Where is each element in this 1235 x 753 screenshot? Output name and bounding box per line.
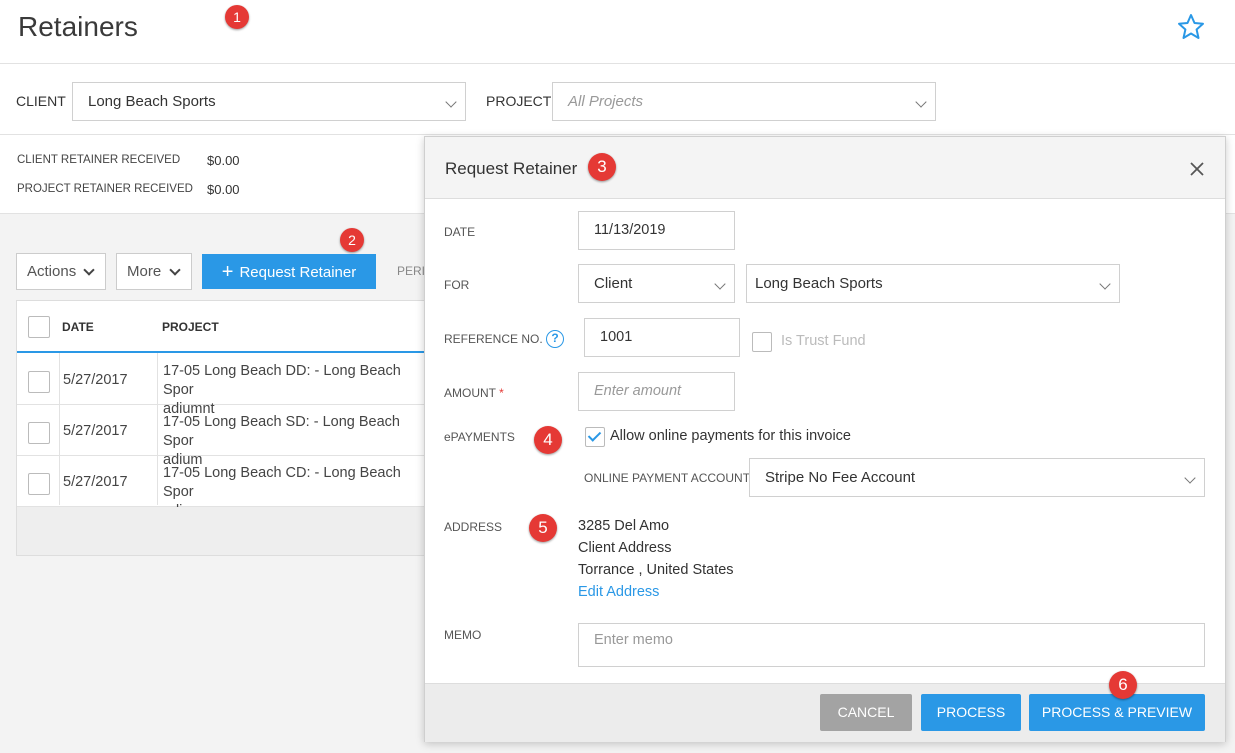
project-column-header[interactable]: PROJECT	[162, 320, 219, 334]
chevron-down-icon	[445, 96, 457, 108]
client-select-value: Long Beach Sports	[88, 93, 216, 110]
callout-badge-5: 5	[529, 514, 557, 542]
retainers-table: DATE PROJECT 5/27/2017 17-05 Long Beach …	[16, 300, 436, 556]
memo-label: MEMO	[444, 628, 482, 642]
close-icon[interactable]	[1189, 161, 1205, 177]
process-button[interactable]: PROCESS	[921, 694, 1021, 731]
online-account-value: Stripe No Fee Account	[765, 469, 916, 486]
chevron-down-icon	[1099, 278, 1111, 290]
row-date: 5/27/2017	[63, 423, 128, 439]
more-dropdown[interactable]: More	[116, 253, 192, 290]
project-label: PROJECT	[486, 93, 552, 109]
epayments-label: ePAYMENTS	[444, 430, 515, 444]
callout-badge-3: 3	[588, 153, 616, 181]
filter-bar: CLIENT Long Beach Sports PROJECT All Pro…	[0, 64, 1235, 135]
amount-label-text: AMOUNT	[444, 386, 496, 400]
memo-textarea[interactable]: Enter memo	[578, 623, 1205, 667]
address-label: ADDRESS	[444, 520, 503, 534]
plus-icon: +	[221, 261, 234, 283]
online-account-label: ONLINE PAYMENT ACCOUNT	[584, 471, 751, 485]
reference-label: REFERENCE NO.	[444, 332, 543, 346]
address-line-2: Client Address	[578, 540, 672, 556]
chevron-down-icon	[169, 264, 181, 276]
online-account-select[interactable]: Stripe No Fee Account	[749, 458, 1205, 497]
modal-title: Request Retainer	[445, 159, 578, 178]
date-column-header[interactable]: DATE	[62, 320, 94, 334]
process-preview-button[interactable]: PROCESS & PREVIEW	[1029, 694, 1205, 731]
row-checkbox[interactable]	[28, 422, 50, 444]
trust-fund-label: Is Trust Fund	[781, 333, 866, 349]
chevron-down-icon	[1184, 472, 1196, 484]
table-row[interactable]: 5/27/2017 17-05 Long Beach CD: - Long Be…	[17, 456, 435, 519]
client-retainer-value: $0.00	[207, 153, 240, 168]
callout-badge-1: 1	[225, 5, 249, 29]
client-retainer-label: CLIENT RETAINER RECEIVED	[17, 154, 181, 166]
project-select-placeholder: All Projects	[568, 93, 644, 110]
chevron-down-icon	[83, 264, 95, 276]
project-retainer-value: $0.00	[207, 182, 240, 197]
for-type-value: Client	[594, 275, 633, 292]
table-row[interactable]: 5/27/2017 17-05 Long Beach SD: - Long Be…	[17, 405, 435, 468]
page-title: Retainers	[18, 11, 138, 42]
actions-label: Actions	[27, 263, 77, 280]
row-date: 5/27/2017	[63, 372, 128, 388]
request-retainer-button[interactable]: + Request Retainer	[202, 254, 376, 289]
client-label: CLIENT	[16, 93, 66, 109]
client-select[interactable]: Long Beach Sports	[72, 82, 466, 121]
request-retainer-modal: Request Retainer 3 DATE 11/13/2019 FOR C…	[424, 136, 1226, 742]
callout-badge-6: 6	[1109, 671, 1137, 699]
date-label: DATE	[444, 225, 476, 239]
column-divider	[157, 353, 158, 505]
column-divider	[59, 353, 60, 505]
chevron-down-icon	[915, 96, 927, 108]
callout-badge-2: 2	[340, 228, 364, 252]
reference-input[interactable]: 1001	[584, 318, 740, 357]
modal-header: Request Retainer	[425, 137, 1225, 199]
modal-footer: CANCEL PROCESS PROCESS & PREVIEW	[425, 683, 1225, 742]
chevron-down-icon	[714, 278, 726, 290]
table-footer	[17, 507, 435, 555]
table-row[interactable]: 5/27/2017 17-05 Long Beach DD: - Long Be…	[17, 354, 435, 417]
table-header: DATE PROJECT	[17, 301, 435, 353]
for-label: FOR	[444, 278, 470, 292]
row-date: 5/27/2017	[63, 474, 128, 490]
date-input[interactable]: 11/13/2019	[578, 211, 735, 250]
callout-badge-4: 4	[534, 426, 562, 454]
project-select[interactable]: All Projects	[552, 82, 936, 121]
row-checkbox[interactable]	[28, 473, 50, 495]
cancel-button[interactable]: CANCEL	[820, 694, 912, 731]
checkmark-icon	[587, 428, 602, 442]
for-client-select[interactable]: Long Beach Sports	[746, 264, 1120, 303]
star-icon[interactable]	[1177, 13, 1205, 41]
address-line-1: 3285 Del Amo	[578, 518, 670, 534]
amount-input[interactable]: Enter amount	[578, 372, 735, 411]
select-all-checkbox[interactable]	[28, 316, 50, 338]
edit-address-link[interactable]: Edit Address	[578, 584, 659, 600]
project-retainer-label: PROJECT RETAINER RECEIVED	[17, 183, 193, 195]
amount-label: AMOUNT *	[444, 386, 504, 400]
page-header: Retainers	[0, 0, 1235, 64]
required-marker: *	[499, 386, 504, 400]
more-label: More	[127, 263, 162, 280]
help-icon[interactable]: ?	[546, 330, 564, 348]
for-client-value: Long Beach Sports	[755, 275, 883, 292]
allow-online-label: Allow online payments for this invoice	[610, 428, 851, 444]
address-line-3: Torrance , United States	[578, 562, 734, 578]
row-checkbox[interactable]	[28, 371, 50, 393]
request-retainer-label: Request Retainer	[239, 264, 357, 281]
for-type-select[interactable]: Client	[578, 264, 735, 303]
trust-fund-checkbox[interactable]	[752, 332, 772, 352]
actions-dropdown[interactable]: Actions	[16, 253, 106, 290]
allow-online-checkbox[interactable]	[585, 427, 605, 447]
